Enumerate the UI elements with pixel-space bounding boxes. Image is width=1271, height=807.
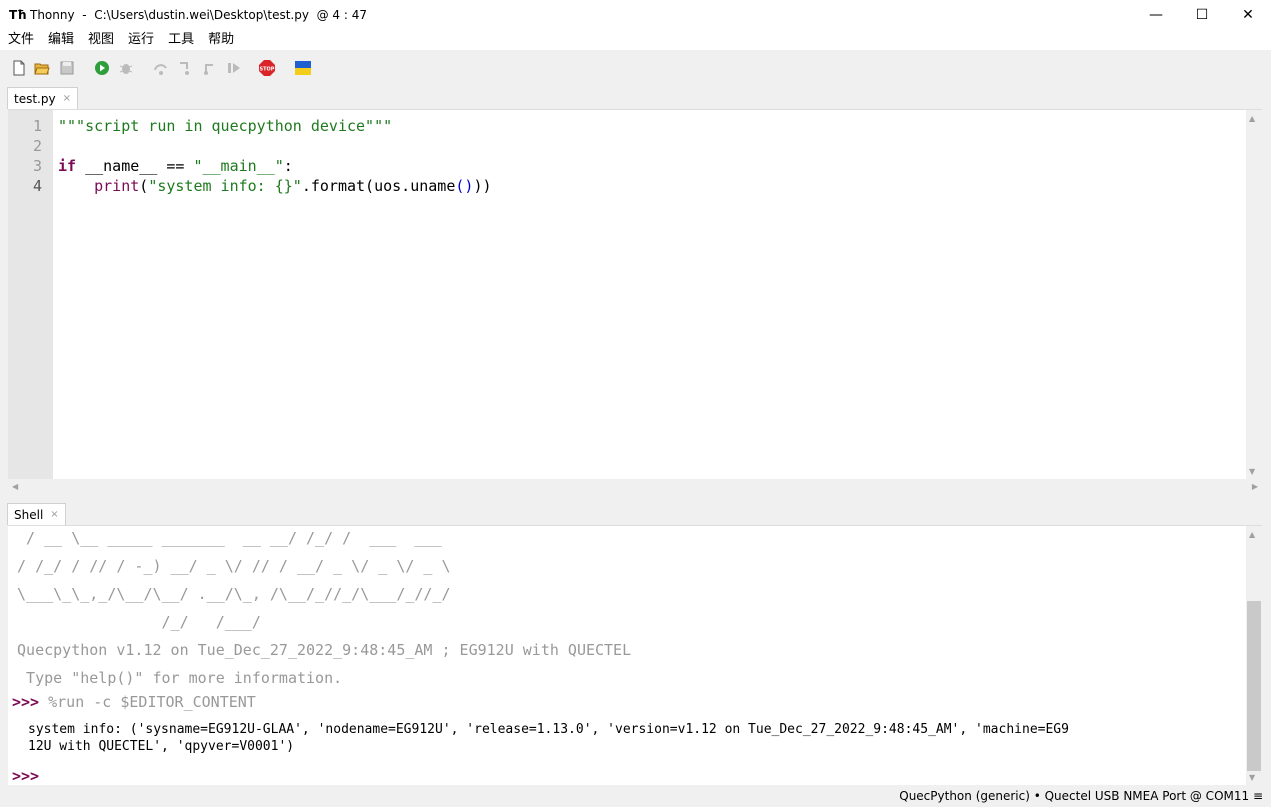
- banner-art-line: / __ \__ _____ _______ __ __/ /_/ / ___ …: [8, 529, 442, 547]
- scrollbar-thumb[interactable]: [1247, 601, 1261, 771]
- scroll-left-icon[interactable]: ◀: [12, 482, 18, 491]
- tab-shell[interactable]: Shell ×: [7, 503, 66, 525]
- step-out-icon[interactable]: [202, 60, 218, 76]
- window-title: Thonny - C:\Users\dustin.wei\Desktop\tes…: [30, 8, 367, 22]
- editor-vertical-scrollbar[interactable]: ▲ ▼: [1246, 110, 1262, 480]
- tab-close-icon[interactable]: ×: [50, 509, 58, 520]
- menu-file[interactable]: 文件: [0, 30, 40, 50]
- save-icon[interactable]: [59, 60, 75, 76]
- interpreter-status[interactable]: QuecPython (generic) • Quectel USB NMEA …: [899, 789, 1263, 803]
- scroll-down-icon[interactable]: ▼: [1249, 773, 1255, 782]
- code-line-1: """script run in quecpython device""": [58, 117, 393, 135]
- menu-view[interactable]: 视图: [80, 30, 120, 50]
- run-icon[interactable]: [94, 60, 110, 76]
- status-bar: QuecPython (generic) • Quectel USB NMEA …: [0, 785, 1271, 807]
- code-editor[interactable]: 1 2 3 4 """script run in quecpython devi…: [8, 109, 1262, 480]
- minimize-button[interactable]: —: [1133, 0, 1179, 30]
- shell-panel[interactable]: / __ \__ _____ _______ __ __/ /_/ / ___ …: [8, 525, 1262, 786]
- line-number-gutter: 1 2 3 4: [8, 110, 53, 480]
- maximize-button[interactable]: ☐: [1179, 0, 1225, 30]
- resume-icon[interactable]: [226, 60, 242, 76]
- menu-help[interactable]: 帮助: [200, 30, 240, 50]
- code-line-3: if __name__ == "__main__":: [58, 157, 293, 175]
- banner-art-line: /_/ /___/: [8, 613, 261, 631]
- thonny-logo-icon: Tħ: [9, 8, 27, 22]
- title-bar: Tħ Thonny - C:\Users\dustin.wei\Desktop\…: [0, 0, 1271, 30]
- step-over-icon[interactable]: [153, 60, 169, 76]
- version-info: Quecpython v1.12 on Tue_Dec_27_2022_9:48…: [8, 641, 632, 659]
- svg-text:STOP: STOP: [260, 67, 275, 73]
- debug-icon[interactable]: [118, 60, 134, 76]
- tab-test-py[interactable]: test.py ×: [7, 87, 78, 109]
- shell-input-prompt[interactable]: >>>: [12, 766, 39, 786]
- scroll-right-icon[interactable]: ▶: [1252, 482, 1258, 491]
- menu-run[interactable]: 运行: [120, 30, 160, 50]
- scroll-up-icon[interactable]: ▲: [1249, 114, 1255, 123]
- open-folder-icon[interactable]: [34, 60, 50, 76]
- shell-command-line: >>> %run -c $EDITOR_CONTENT: [12, 693, 256, 711]
- editor-horizontal-scrollbar[interactable]: ◀ ▶: [8, 479, 1262, 494]
- line-number: 1: [32, 117, 42, 135]
- banner-art-line: \___\_\_,_/\__/\__/ .__/\_, /\__/_//_/\_…: [8, 585, 451, 603]
- banner-art-line: / /_/ / // / -_) __/ _ \/ // / __/ _ \/ …: [8, 557, 451, 575]
- help-hint: Type "help()" for more information.: [8, 669, 343, 687]
- close-button[interactable]: ✕: [1225, 0, 1271, 30]
- shell-vertical-scrollbar[interactable]: ▲ ▼: [1246, 526, 1262, 786]
- menu-tools[interactable]: 工具: [160, 30, 200, 50]
- code-line-4: print("system info: {}".format(uos.uname…: [94, 177, 492, 195]
- line-number: 3: [32, 157, 42, 175]
- scroll-up-icon[interactable]: ▲: [1249, 530, 1255, 539]
- tab-label: Shell: [14, 507, 44, 522]
- shell-output-line: system info: ('sysname=EG912U-GLAA', 'no…: [28, 722, 1069, 737]
- shell-output-line: 12U with QUECTEL', 'qpyver=V0001'): [28, 739, 295, 754]
- step-into-icon[interactable]: [177, 60, 193, 76]
- line-number: 4: [32, 177, 42, 195]
- new-file-icon[interactable]: [11, 60, 27, 76]
- scroll-down-icon[interactable]: ▼: [1249, 467, 1255, 476]
- menu-edit[interactable]: 编辑: [40, 30, 80, 50]
- menu-bar: 文件 编辑 视图 运行 工具 帮助: [0, 30, 1271, 50]
- tab-label: test.py: [14, 91, 56, 106]
- line-number: 2: [32, 137, 42, 155]
- ukraine-flag-icon[interactable]: [295, 61, 311, 75]
- stop-icon[interactable]: STOP: [259, 60, 275, 76]
- tab-close-icon[interactable]: ×: [63, 93, 71, 104]
